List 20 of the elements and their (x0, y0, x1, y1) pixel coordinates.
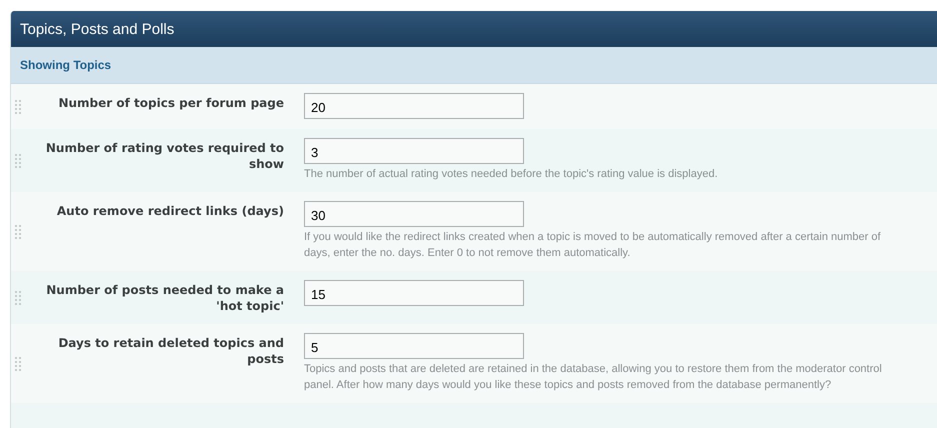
setting-description: The number of actual rating votes needed before the topic's rating value is displayed. (304, 167, 719, 182)
drag-handle-icon[interactable] (15, 290, 21, 304)
drag-handle-icon[interactable] (15, 154, 21, 168)
input-field[interactable]: 20 (304, 93, 524, 119)
setting-label: Auto remove redirect links (days) (56, 203, 284, 219)
input-field[interactable]: 30 (304, 201, 524, 227)
setting-label: Number of rating votes required to show (44, 140, 284, 172)
drag-handle-icon[interactable] (15, 356, 21, 370)
setting-description: If you would like the redirect links created when a topic is moved to be automatically removed after a certain number of days, enter the no. days. Enter 0 to not remove them automatically. (304, 230, 882, 261)
panel-title: Topics, Posts and Polls (20, 20, 174, 38)
drag-handle-icon[interactable] (15, 100, 21, 114)
setting-label: Number of posts needed to make a 'hot topic' (45, 282, 284, 314)
setting-label: Number of topics per forum page (57, 95, 284, 111)
setting-description: Topics and posts that are deleted are retained in the database, allowing you to restore them from the moderator control panel. After how many days would you like these topics and posts removed from the database permanently? (304, 362, 883, 393)
section-title: Showing Topics (20, 58, 112, 72)
input-field[interactable]: 5 (304, 333, 524, 359)
input-field[interactable]: 15 (304, 280, 524, 306)
setting-label: Days to retain deleted topics and posts (57, 335, 284, 367)
drag-handle-icon[interactable] (15, 224, 21, 238)
input-field[interactable]: 3 (304, 138, 524, 164)
